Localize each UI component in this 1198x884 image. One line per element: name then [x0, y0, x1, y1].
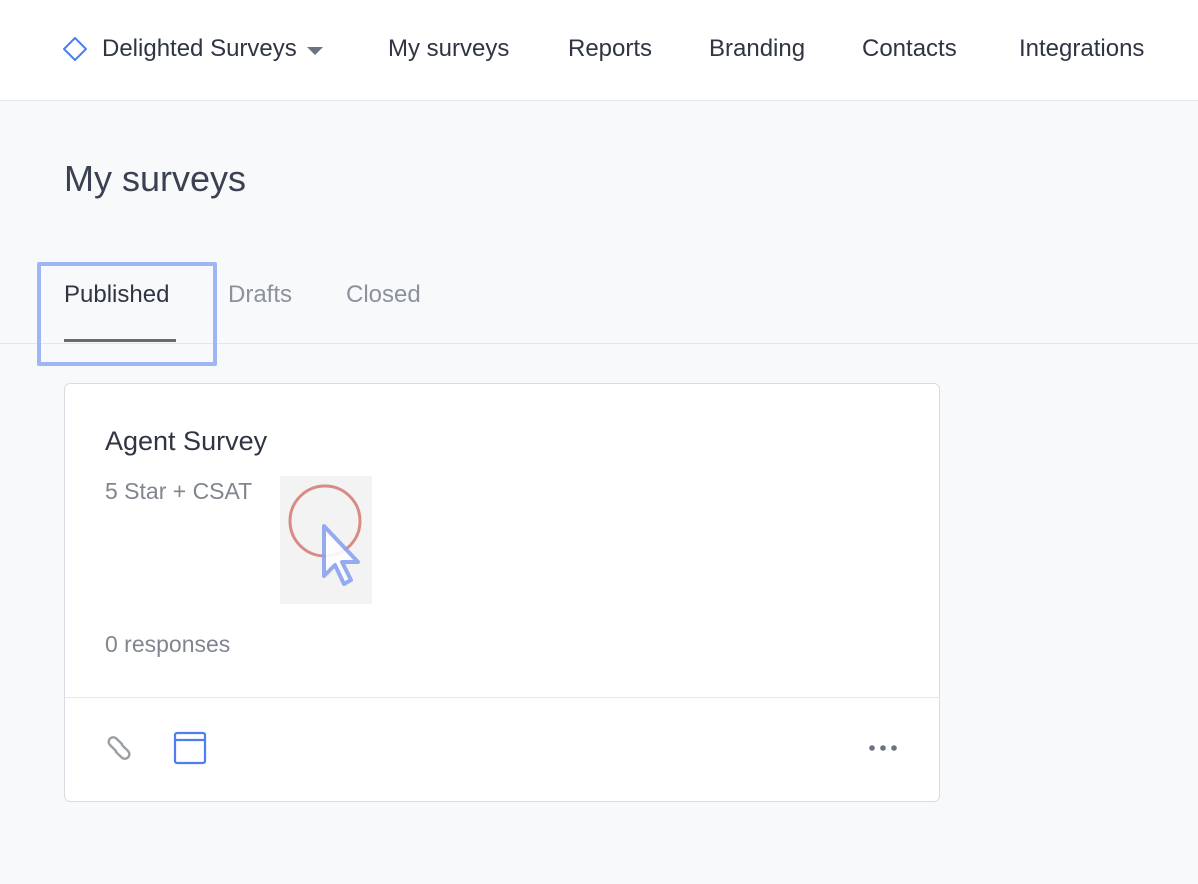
- workspace-switcher[interactable]: Delighted Surveys: [62, 30, 323, 68]
- nav-branding[interactable]: Branding: [709, 30, 805, 68]
- tab-drafts[interactable]: Drafts: [228, 278, 292, 312]
- survey-type: 5 Star + CSAT: [105, 478, 253, 504]
- top-navigation-bar: Delighted Surveys My surveys Reports Bra…: [0, 0, 1198, 101]
- survey-title[interactable]: Agent Survey: [105, 426, 267, 457]
- active-tab-indicator: [64, 339, 176, 342]
- chevron-down-icon: [306, 46, 323, 55]
- survey-card[interactable]: Agent Survey 5 Star + CSAT 0 responses: [64, 383, 940, 802]
- page-title: My surveys: [64, 158, 247, 199]
- nav-integrations[interactable]: Integrations: [1019, 30, 1144, 68]
- nav-contacts[interactable]: Contacts: [862, 30, 957, 68]
- card-divider: [65, 697, 939, 698]
- diamond-logo-icon: [62, 36, 88, 62]
- nav-my-surveys[interactable]: My surveys: [388, 30, 509, 68]
- link-icon[interactable]: [101, 730, 137, 766]
- nav-reports[interactable]: Reports: [568, 30, 652, 68]
- tab-published[interactable]: Published: [64, 278, 169, 312]
- tabs-divider: [0, 343, 1198, 344]
- survey-response-count: 0 responses: [105, 631, 231, 657]
- more-icon[interactable]: [863, 730, 903, 766]
- workspace-name: Delighted Surveys: [102, 35, 297, 62]
- tab-closed[interactable]: Closed: [346, 278, 421, 312]
- web-embed-icon[interactable]: [172, 730, 208, 766]
